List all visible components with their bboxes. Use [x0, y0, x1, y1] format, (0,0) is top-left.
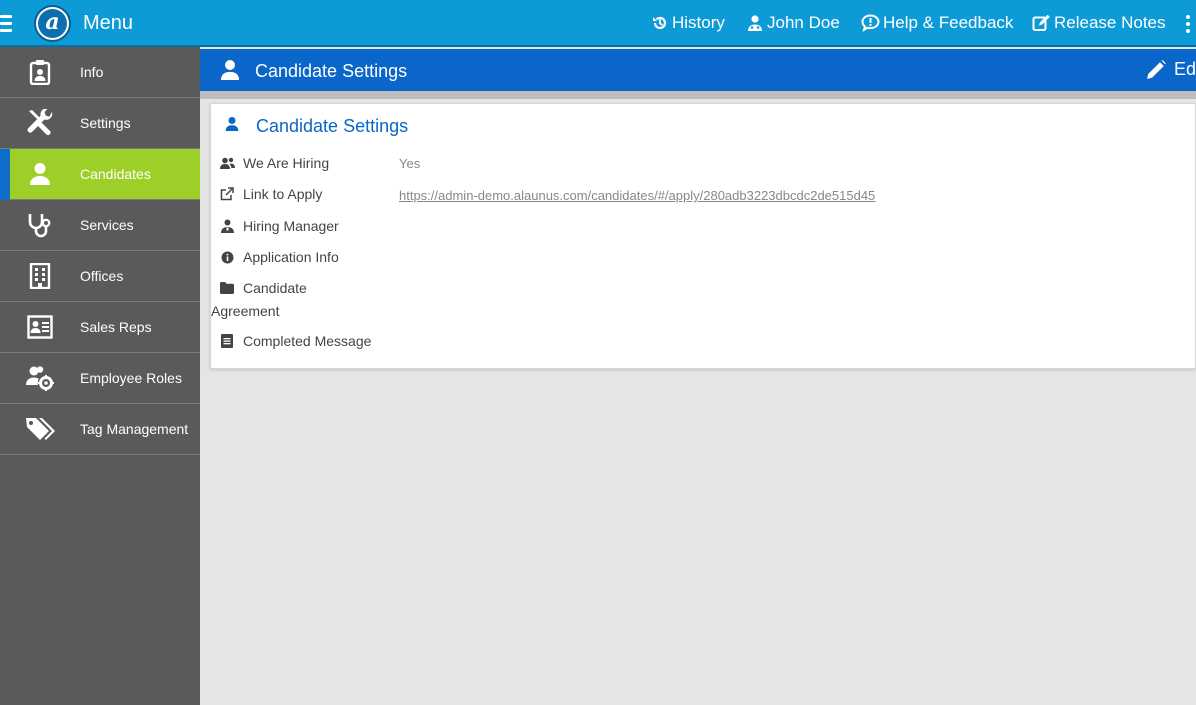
sidebar-item-offices[interactable]: Offices [0, 251, 200, 302]
candidate-settings-card: Candidate Settings We Are Hiring Yes Lin… [210, 103, 1196, 369]
help-label: Help & Feedback [883, 13, 1014, 32]
user-icon [225, 116, 239, 137]
building-icon [0, 251, 80, 301]
candidate-agreement-label: Candidate [211, 280, 307, 296]
release-label: Release Notes [1054, 13, 1166, 32]
sidebar-item-label: Offices [80, 268, 124, 284]
history-link[interactable]: History [651, 13, 725, 33]
top-bar: a Menu History John Doe Help & Feedback … [0, 0, 1196, 47]
user-icon [220, 59, 240, 86]
we-are-hiring-value: Yes [399, 156, 421, 171]
app-logo[interactable]: a [34, 5, 71, 42]
user-label: John Doe [767, 13, 840, 32]
sidebar-item-label: Employee Roles [80, 370, 182, 386]
contact-card-icon [0, 302, 80, 352]
sidebar-item-label: Tag Management [80, 421, 189, 437]
wrench-screwdriver-icon [0, 98, 80, 148]
sidebar-item-tag-management[interactable]: Tag Management [0, 404, 200, 455]
hiring-manager-label: Hiring Manager [211, 218, 339, 234]
content-header: Candidate Settings Ed [200, 49, 1196, 91]
sidebar-item-candidates[interactable]: Candidates [0, 149, 200, 200]
release-notes-link[interactable]: Release Notes [1032, 13, 1166, 33]
edit-label: Ed [1174, 59, 1196, 79]
user-icon [0, 149, 80, 199]
help-feedback-link[interactable]: Help & Feedback [861, 13, 1013, 33]
pencil-icon [1147, 59, 1166, 79]
tags-icon [0, 404, 80, 454]
edit-button[interactable]: Ed [1146, 59, 1196, 80]
sidebar-item-settings[interactable]: Settings [0, 98, 200, 149]
folder-icon [211, 282, 243, 294]
sidebar-item-info[interactable]: Info [0, 47, 200, 98]
header-divider [200, 91, 1196, 99]
candidate-agreement-label-cont: Agreement [211, 303, 280, 319]
sidebar-item-label: Settings [80, 115, 131, 131]
sidebar-item-employee-roles[interactable]: Employee Roles [0, 353, 200, 404]
page-title: Candidate Settings [255, 61, 408, 81]
sidebar-item-sales-reps[interactable]: Sales Reps [0, 302, 200, 353]
document-icon [211, 334, 243, 348]
sidebar-item-label: Info [80, 64, 104, 80]
we-are-hiring-label: We Are Hiring [211, 155, 329, 171]
sidebar-item-label: Candidates [80, 166, 151, 182]
feedback-icon [861, 14, 880, 32]
edit-square-icon [1032, 14, 1050, 31]
hamburger-icon[interactable] [0, 15, 12, 32]
application-info-label: Application Info [211, 249, 339, 265]
history-label: History [672, 13, 725, 32]
external-link-icon [211, 187, 243, 201]
stethoscope-icon [0, 200, 80, 250]
sidebar-item-label: Services [80, 217, 134, 233]
link-to-apply-label: Link to Apply [211, 186, 322, 202]
users-icon [211, 157, 243, 170]
info-circle-icon [211, 251, 243, 264]
completed-message-label: Completed Message [211, 333, 371, 349]
sidebar-item-label: Sales Reps [80, 319, 152, 335]
more-options-icon[interactable] [1186, 15, 1191, 33]
menu-title[interactable]: Menu [83, 12, 133, 35]
user-tie-icon [211, 219, 243, 233]
history-icon [653, 16, 667, 30]
id-badge-icon [0, 47, 80, 97]
users-cog-icon [0, 353, 80, 403]
user-menu[interactable]: John Doe [746, 13, 840, 33]
card-title: Candidate Settings [256, 116, 409, 136]
sidebar-item-services[interactable]: Services [0, 200, 200, 251]
user-icon [748, 15, 762, 31]
sidebar: Info Settings Candidates Services Office… [0, 47, 200, 705]
logo-letter: a [38, 9, 67, 38]
apply-link[interactable]: https://admin-demo.alaunus.com/candidate… [399, 188, 875, 203]
